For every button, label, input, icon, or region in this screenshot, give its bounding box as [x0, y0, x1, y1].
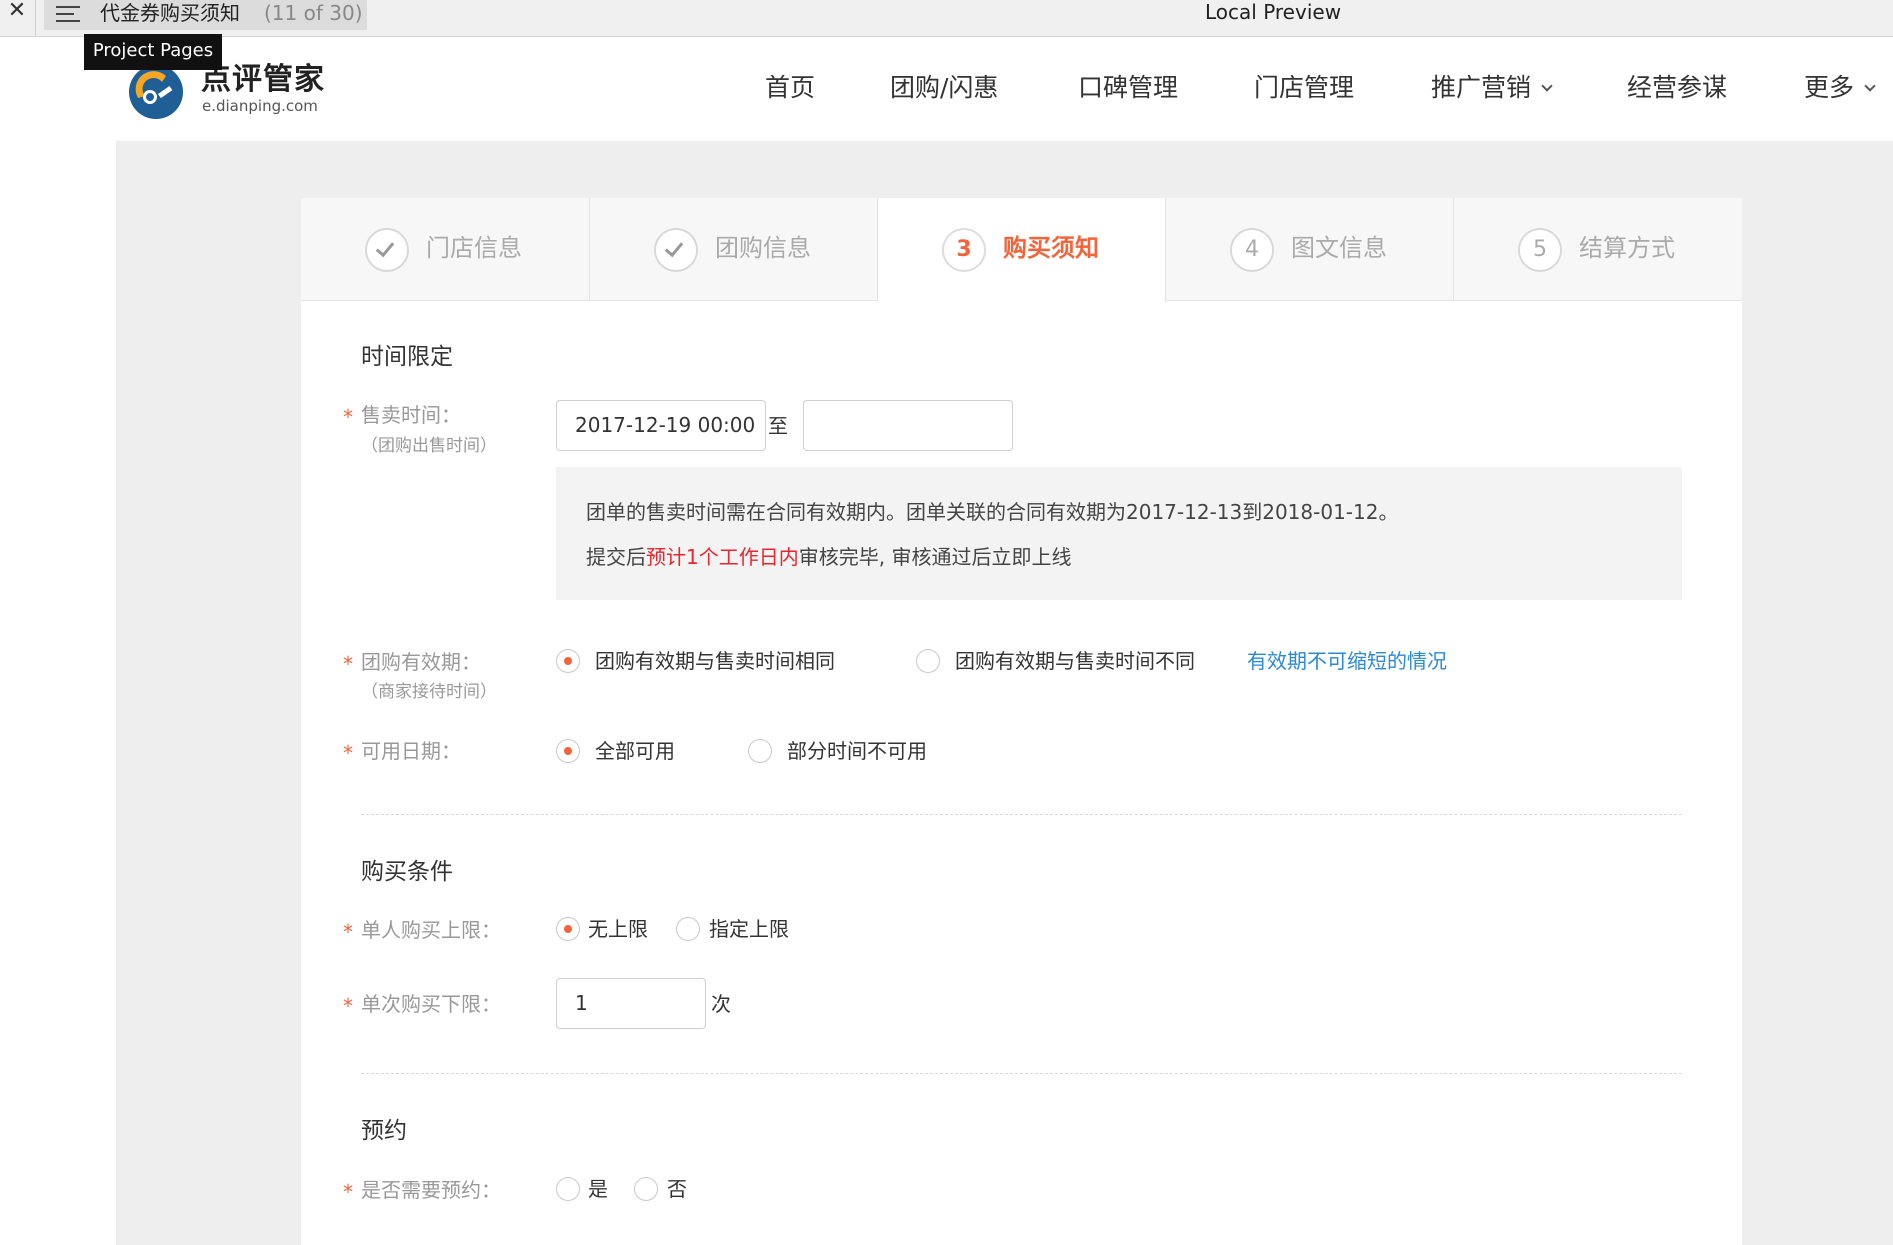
min-purchase-unit: 次 [711, 992, 731, 1016]
nav-marketing-label: 推广营销 [1431, 73, 1532, 102]
brand-domain: e.dianping.com [202, 97, 318, 115]
divider [361, 814, 1682, 815]
available-partial-label[interactable]: 部分时间不可用 [787, 739, 927, 763]
step-purchase-notice[interactable]: 3 购买须知 [878, 198, 1166, 302]
validity-same-radio[interactable] [556, 649, 580, 673]
validity-diff-label[interactable]: 团购有效期与售卖时间不同 [955, 649, 1195, 673]
nav-stores[interactable]: 门店管理 [1254, 72, 1354, 104]
step-label: 结算方式 [1579, 234, 1675, 262]
limit-specified-label[interactable]: 指定上限 [709, 917, 789, 941]
required-mark: * [343, 741, 353, 765]
validity-help-link[interactable]: 有效期不可缩短的情况 [1247, 649, 1447, 673]
min-purchase-label: 单次购买下限： [361, 992, 501, 1016]
reserve-yes-label[interactable]: 是 [588, 1177, 608, 1201]
nav-more-label: 更多 [1804, 73, 1855, 102]
step-number: 3 [942, 228, 986, 272]
dianping-logo-icon[interactable] [128, 64, 184, 120]
step-group-info[interactable]: 团购信息 [590, 198, 878, 301]
step-done-icon [654, 228, 698, 272]
section-title-time: 时间限定 [361, 344, 453, 370]
nav-home[interactable]: 首页 [765, 72, 815, 104]
sale-start-input[interactable]: 2017-12-19 00:00 [556, 400, 766, 451]
nav-marketing[interactable]: 推广营销 [1431, 72, 1553, 104]
document-count: (11 of 30) [264, 1, 363, 25]
tooltip: Project Pages [84, 34, 222, 70]
limit-unlimited-label[interactable]: 无上限 [588, 917, 648, 941]
per-person-limit-label: 单人购买上限： [361, 918, 501, 942]
step-label: 团购信息 [715, 234, 811, 262]
notice-highlight: 预计1个工作日内 [646, 545, 799, 569]
step-store-info[interactable]: 门店信息 [301, 198, 590, 301]
limit-specified-radio[interactable] [676, 917, 700, 941]
validity-label: 团购有效期： [361, 650, 481, 674]
nav-business-advisor[interactable]: 经营参谋 [1627, 72, 1727, 104]
need-reservation-label: 是否需要预约： [361, 1178, 501, 1202]
notice-text: 审核完毕, 审核通过后立即上线 [798, 545, 1072, 569]
sale-time-sublabel: （团购出售时间） [361, 436, 497, 456]
reserve-no-label[interactable]: 否 [667, 1177, 687, 1201]
form-panel [301, 198, 1742, 1245]
nav-reviews[interactable]: 口碑管理 [1078, 72, 1178, 104]
check-icon [375, 237, 395, 258]
notice-text: 提交后 [586, 545, 646, 569]
available-date-label: 可用日期： [361, 739, 461, 763]
section-title-purchase: 购买条件 [361, 859, 453, 885]
close-icon[interactable]: ✕ [4, 0, 30, 24]
step-image-text[interactable]: 4 图文信息 [1166, 198, 1454, 301]
step-done-icon [365, 228, 409, 272]
required-mark: * [343, 994, 353, 1018]
step-label: 图文信息 [1291, 234, 1387, 262]
chevron-down-icon [1864, 80, 1876, 92]
validity-diff-radio[interactable] [916, 649, 940, 673]
divider [361, 1073, 1682, 1074]
required-mark: * [343, 1180, 353, 1204]
min-purchase-input[interactable]: 1 [556, 978, 706, 1029]
document-title: 代金券购买须知 [100, 1, 240, 25]
limit-unlimited-radio[interactable] [556, 917, 580, 941]
check-icon [664, 237, 684, 258]
available-all-label[interactable]: 全部可用 [595, 739, 675, 763]
available-partial-radio[interactable] [748, 739, 772, 763]
menu-icon[interactable] [56, 4, 80, 24]
reserve-no-radio[interactable] [634, 1177, 658, 1201]
sale-time-label: 售卖时间： [361, 403, 461, 427]
section-title-reservation: 预约 [361, 1118, 407, 1144]
notice-line: 提交后预计1个工作日内审核完毕, 审核通过后立即上线 [586, 544, 1071, 570]
divider [35, 0, 36, 36]
required-mark: * [343, 920, 353, 944]
validity-sublabel: （商家接待时间） [361, 682, 497, 702]
step-label: 门店信息 [426, 234, 522, 262]
window-title-bar: ✕ 代金券购买须知 (11 of 30) Local Preview [0, 0, 1893, 37]
window-title: Local Preview [1205, 0, 1342, 24]
step-number: 4 [1230, 228, 1274, 272]
step-number: 5 [1518, 228, 1562, 272]
chevron-down-icon [1541, 80, 1553, 92]
nav-more[interactable]: 更多 [1804, 72, 1876, 104]
step-progress: 门店信息 团购信息 3 购买须知 4 图文信息 5 结算方式 [301, 198, 1742, 302]
sale-time-notice: 团单的售卖时间需在合同有效期内。团单关联的合同有效期为2017-12-13到20… [556, 467, 1682, 600]
required-mark: * [343, 405, 353, 429]
validity-same-label[interactable]: 团购有效期与售卖时间相同 [595, 649, 835, 673]
document-tab[interactable]: 代金券购买须知 (11 of 30) [44, 0, 367, 30]
available-all-radio[interactable] [556, 739, 580, 763]
sale-end-input[interactable] [803, 400, 1013, 451]
range-separator: 至 [768, 414, 788, 438]
required-mark: * [343, 652, 353, 676]
notice-line: 团单的售卖时间需在合同有效期内。团单关联的合同有效期为2017-12-13到20… [586, 500, 1399, 524]
reserve-yes-radio[interactable] [556, 1177, 580, 1201]
nav-group-buy[interactable]: 团购/闪惠 [890, 72, 998, 104]
step-settlement[interactable]: 5 结算方式 [1454, 198, 1742, 301]
step-label: 购买须知 [1003, 234, 1099, 262]
